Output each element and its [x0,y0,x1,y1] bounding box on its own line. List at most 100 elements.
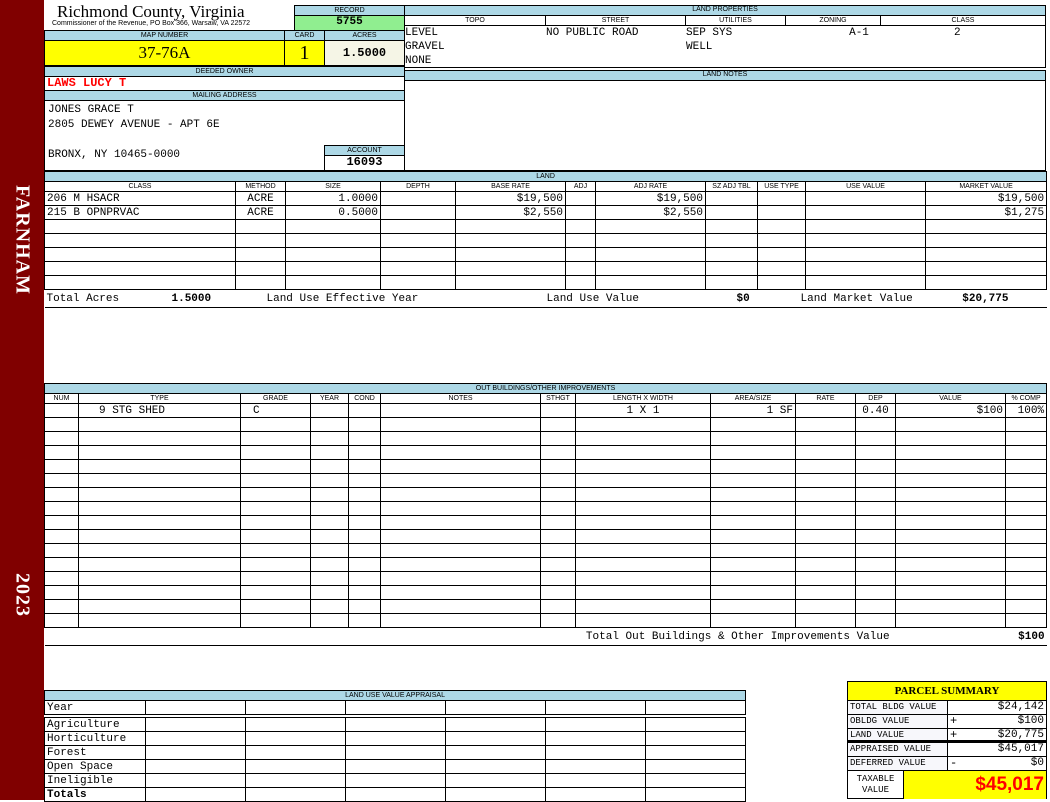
table-cell [545,745,646,760]
table-cell [575,487,711,502]
table-cell [240,599,311,614]
table-cell [310,529,349,544]
card-number: 1 [284,40,325,66]
table-cell [565,247,596,262]
table-cell: 215 B OPNPRVAC [44,205,236,220]
table-cell [1004,557,1048,572]
table-cell [710,431,796,446]
land-use-row: Horticulture [44,731,747,746]
table-cell [78,417,241,432]
table-cell [855,431,896,446]
table-cell [644,731,747,746]
land-column-header: SZ ADJ TBL [705,181,758,192]
table-cell [1004,473,1048,488]
outbuilding-column-header: YEAR [310,393,349,404]
table-cell [575,431,711,446]
table-cell [310,599,349,614]
tax-year: 2023 [11,573,34,617]
table-cell [1004,515,1048,530]
table-cell [380,261,456,276]
table-cell [540,543,576,558]
table-cell: $100 [895,403,1006,418]
sidebar: FARNHAM 2023 [0,0,44,800]
table-cell [795,417,856,432]
map-card-acres: MAP NUMBER CARD ACRES 37-76A 1 1.5000 [44,30,405,66]
table-row [44,233,1048,248]
table-cell [445,717,546,732]
table-cell [644,759,747,774]
table-cell [240,473,311,488]
table-cell [145,773,246,788]
table-cell [240,445,311,460]
topo-value: GRAVEL [405,41,445,53]
table-cell [245,787,346,802]
land-column-header: USE TYPE [757,181,806,192]
table-cell: $1,275 [924,205,1048,220]
table-cell [44,501,79,516]
table-cell [348,613,381,628]
table-cell [348,599,381,614]
table-cell [1004,487,1048,502]
parcel-summary: PARCEL SUMMARY TOTAL BLDG VALUE $24,142 OB… [847,681,1047,799]
table-cell [895,571,1006,586]
table-row [44,515,1048,530]
table-cell [1004,501,1048,516]
table-cell [285,247,381,262]
table-cell [644,700,747,715]
table-row [44,487,1048,502]
table-cell [44,585,79,600]
table-cell: $2,550 [595,205,706,220]
table-cell [240,613,311,628]
table-cell [240,529,311,544]
table-cell [235,275,286,290]
table-cell [78,487,241,502]
zoning-value: A-1 [849,27,869,39]
summary-value: $20,775 [997,729,1044,741]
table-cell [245,759,346,774]
table-cell [240,487,311,502]
table-cell [795,403,856,418]
table-cell [855,585,896,600]
table-cell [710,543,796,558]
table-cell [455,275,566,290]
table-cell [644,717,747,732]
table-cell: $19,500 [595,191,706,206]
table-cell [710,473,796,488]
table-cell [565,205,596,220]
table-cell [805,261,926,276]
table-cell [795,501,856,516]
table-cell [805,247,926,262]
land-market-value-label: Land Market Value [800,292,913,305]
table-cell [644,773,747,788]
table-cell [710,445,796,460]
table-cell [795,529,856,544]
summary-sign [948,701,962,714]
summary-label: TOTAL BLDG VALUE [848,701,948,714]
table-cell [924,219,1048,234]
land-use-category: Open Space [44,759,146,774]
district-name: FARNHAM [11,185,34,295]
land-use-row: Forest [44,745,747,760]
land-column-header: USE VALUE [805,181,926,192]
table-cell [1004,445,1048,460]
table-cell [380,515,541,530]
summary-label: APPRAISED VALUE [848,743,948,756]
street-value: NO PUBLIC ROAD [546,27,639,39]
table-row [44,431,1048,446]
outbuilding-column-header: LENGTH X WIDTH [575,393,711,404]
table-cell: $19,500 [455,191,566,206]
table-cell [895,417,1006,432]
table-cell [380,417,541,432]
table-cell [348,403,381,418]
table-cell [44,599,79,614]
table-cell [240,417,311,432]
land-column-header: SIZE [285,181,381,192]
table-cell [805,233,926,248]
table-cell [455,247,566,262]
table-cell [245,700,346,715]
table-cell [705,191,758,206]
table-cell [310,543,349,558]
table-cell [348,417,381,432]
table-cell: 1.0000 [285,191,381,206]
totals-label: Totals [44,787,146,802]
